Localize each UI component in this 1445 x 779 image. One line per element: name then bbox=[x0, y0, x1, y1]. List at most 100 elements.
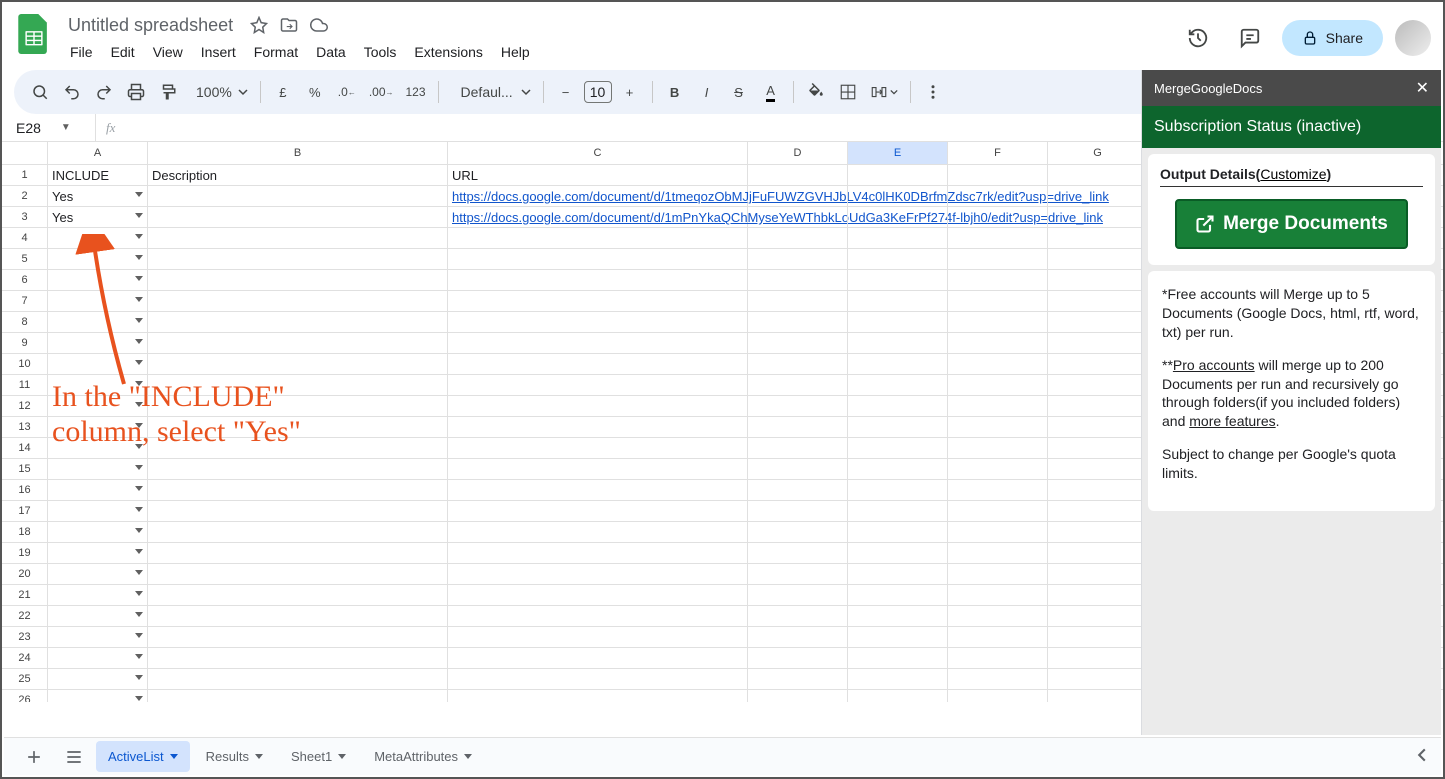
cell-B23[interactable] bbox=[148, 627, 448, 647]
cell-A22[interactable] bbox=[48, 606, 148, 626]
cell-G14[interactable] bbox=[1048, 438, 1148, 458]
cell-E17[interactable] bbox=[848, 501, 948, 521]
cell-B5[interactable] bbox=[148, 249, 448, 269]
cell-D24[interactable] bbox=[748, 648, 848, 668]
cell-D11[interactable] bbox=[748, 375, 848, 395]
cell-F14[interactable] bbox=[948, 438, 1048, 458]
cell-B19[interactable] bbox=[148, 543, 448, 563]
cell-B6[interactable] bbox=[148, 270, 448, 290]
cell-D9[interactable] bbox=[748, 333, 848, 353]
increase-font-button[interactable]: + bbox=[616, 77, 644, 107]
cell-D2[interactable] bbox=[748, 186, 848, 206]
cell-C15[interactable] bbox=[448, 459, 748, 479]
cell-G18[interactable] bbox=[1048, 522, 1148, 542]
cell-F10[interactable] bbox=[948, 354, 1048, 374]
cell-D8[interactable] bbox=[748, 312, 848, 332]
history-icon[interactable] bbox=[1178, 18, 1218, 58]
cell-A15[interactable] bbox=[48, 459, 148, 479]
dropdown-arrow-icon[interactable] bbox=[135, 654, 143, 659]
cell-A18[interactable] bbox=[48, 522, 148, 542]
dropdown-arrow-icon[interactable] bbox=[135, 297, 143, 302]
cell-D19[interactable] bbox=[748, 543, 848, 563]
cell-C18[interactable] bbox=[448, 522, 748, 542]
cell-E18[interactable] bbox=[848, 522, 948, 542]
paint-format-icon[interactable] bbox=[154, 77, 182, 107]
row-header[interactable]: 22 bbox=[2, 606, 48, 626]
row-header[interactable]: 23 bbox=[2, 627, 48, 647]
cell-C24[interactable] bbox=[448, 648, 748, 668]
cell-G10[interactable] bbox=[1048, 354, 1148, 374]
cell-A23[interactable] bbox=[48, 627, 148, 647]
dropdown-arrow-icon[interactable] bbox=[135, 675, 143, 680]
cell-F20[interactable] bbox=[948, 564, 1048, 584]
row-header[interactable]: 18 bbox=[2, 522, 48, 542]
cell-G1[interactable] bbox=[1048, 165, 1148, 185]
cell-A14[interactable] bbox=[48, 438, 148, 458]
cell-E5[interactable] bbox=[848, 249, 948, 269]
close-icon[interactable]: ✕ bbox=[1416, 78, 1429, 98]
bold-button[interactable]: B bbox=[661, 77, 689, 107]
cell-C9[interactable] bbox=[448, 333, 748, 353]
row-header[interactable]: 9 bbox=[2, 333, 48, 353]
cell-B25[interactable] bbox=[148, 669, 448, 689]
row-header[interactable]: 12 bbox=[2, 396, 48, 416]
cell-B11[interactable] bbox=[148, 375, 448, 395]
cell-G24[interactable] bbox=[1048, 648, 1148, 668]
cell-F25[interactable] bbox=[948, 669, 1048, 689]
dropdown-arrow-icon[interactable] bbox=[135, 591, 143, 596]
user-avatar[interactable] bbox=[1395, 20, 1431, 56]
cell-E9[interactable] bbox=[848, 333, 948, 353]
cell-E21[interactable] bbox=[848, 585, 948, 605]
cell-C1[interactable]: URL bbox=[448, 165, 748, 185]
row-header[interactable]: 1 bbox=[2, 165, 48, 185]
cell-F8[interactable] bbox=[948, 312, 1048, 332]
cell-G25[interactable] bbox=[1048, 669, 1148, 689]
cell-A26[interactable] bbox=[48, 690, 148, 702]
cell-E7[interactable] bbox=[848, 291, 948, 311]
cell-E4[interactable] bbox=[848, 228, 948, 248]
more-formats-button[interactable]: 123 bbox=[402, 77, 430, 107]
currency-button[interactable]: £ bbox=[269, 77, 297, 107]
cell-G26[interactable] bbox=[1048, 690, 1148, 702]
cell-E6[interactable] bbox=[848, 270, 948, 290]
cell-G2[interactable] bbox=[1048, 186, 1148, 206]
strikethrough-button[interactable]: S bbox=[725, 77, 753, 107]
cell-A19[interactable] bbox=[48, 543, 148, 563]
cell-G6[interactable] bbox=[1048, 270, 1148, 290]
cell-B16[interactable] bbox=[148, 480, 448, 500]
cell-E20[interactable] bbox=[848, 564, 948, 584]
cell-E19[interactable] bbox=[848, 543, 948, 563]
cell-D26[interactable] bbox=[748, 690, 848, 702]
cell-B15[interactable] bbox=[148, 459, 448, 479]
dropdown-arrow-icon[interactable] bbox=[135, 402, 143, 407]
menu-view[interactable]: View bbox=[145, 40, 191, 64]
cell-E22[interactable] bbox=[848, 606, 948, 626]
dropdown-arrow-icon[interactable] bbox=[135, 234, 143, 239]
cell-C23[interactable] bbox=[448, 627, 748, 647]
cell-B20[interactable] bbox=[148, 564, 448, 584]
cell-F13[interactable] bbox=[948, 417, 1048, 437]
cell-C19[interactable] bbox=[448, 543, 748, 563]
cell-F9[interactable] bbox=[948, 333, 1048, 353]
cell-F26[interactable] bbox=[948, 690, 1048, 702]
cell-D1[interactable] bbox=[748, 165, 848, 185]
row-header[interactable]: 7 bbox=[2, 291, 48, 311]
cell-F4[interactable] bbox=[948, 228, 1048, 248]
cell-G16[interactable] bbox=[1048, 480, 1148, 500]
cell-A3[interactable]: Yes bbox=[48, 207, 148, 227]
cell-D13[interactable] bbox=[748, 417, 848, 437]
cell-C3[interactable]: https://docs.google.com/document/d/1mPnY… bbox=[448, 207, 748, 227]
cell-A10[interactable] bbox=[48, 354, 148, 374]
cell-A1[interactable]: INCLUDE bbox=[48, 165, 148, 185]
comment-icon[interactable] bbox=[1230, 18, 1270, 58]
cell-D22[interactable] bbox=[748, 606, 848, 626]
cell-C13[interactable] bbox=[448, 417, 748, 437]
cell-A5[interactable] bbox=[48, 249, 148, 269]
cell-C14[interactable] bbox=[448, 438, 748, 458]
row-header[interactable]: 21 bbox=[2, 585, 48, 605]
row-header[interactable]: 25 bbox=[2, 669, 48, 689]
cell-E11[interactable] bbox=[848, 375, 948, 395]
menu-file[interactable]: File bbox=[62, 40, 101, 64]
cell-B26[interactable] bbox=[148, 690, 448, 702]
dropdown-arrow-icon[interactable] bbox=[135, 423, 143, 428]
